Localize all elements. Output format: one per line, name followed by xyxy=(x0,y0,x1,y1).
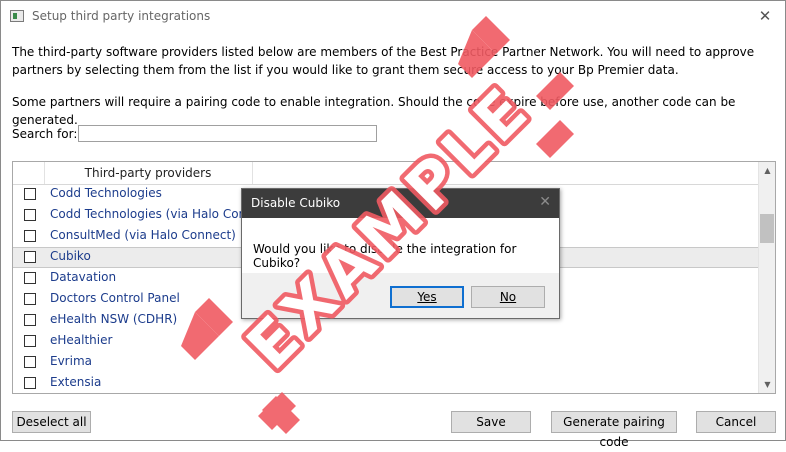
yes-button[interactable]: Yes xyxy=(390,286,464,308)
grid-header: Third-party providers xyxy=(13,162,758,185)
provider-checkbox[interactable] xyxy=(24,314,36,326)
dialog-close-icon[interactable]: ✕ xyxy=(539,194,551,210)
provider-checkbox[interactable] xyxy=(24,377,36,389)
provider-checkbox[interactable] xyxy=(24,188,36,200)
no-button[interactable]: No xyxy=(471,286,545,308)
vertical-scrollbar[interactable]: ▲ ▼ xyxy=(758,162,775,393)
no-button-label: No xyxy=(499,290,517,304)
intro-paragraph: The third-party software providers liste… xyxy=(12,45,755,77)
provider-name: eHealth NSW (CDHR) xyxy=(50,312,178,326)
disable-integration-dialog: Disable Cubiko ✕ Would you like to disab… xyxy=(241,188,560,319)
provider-name: Cubiko xyxy=(50,249,91,263)
generate-pairing-code-button[interactable]: Generate pairing code xyxy=(551,411,677,449)
search-input[interactable] xyxy=(78,125,377,142)
provider-name: Datavation xyxy=(50,270,117,284)
dialog-title: Disable Cubiko xyxy=(251,196,341,210)
search-label: Search for: xyxy=(12,127,78,141)
provider-name: Evrima xyxy=(50,354,92,368)
checkbox-column-header xyxy=(13,162,45,184)
window-title: Setup third party integrations xyxy=(32,9,211,23)
dialog-titlebar: Disable Cubiko ✕ xyxy=(242,189,559,218)
deselect-all-button[interactable]: Deselect all xyxy=(12,411,91,433)
provider-row[interactable]: Extensia xyxy=(13,373,758,393)
provider-checkbox[interactable] xyxy=(24,356,36,368)
scroll-up-icon[interactable]: ▲ xyxy=(759,162,775,179)
yes-button-label: Yes xyxy=(417,290,437,304)
provider-checkbox[interactable] xyxy=(24,209,36,221)
provider-name: Doctors Control Panel xyxy=(50,291,180,305)
providers-column-header[interactable]: Third-party providers xyxy=(44,162,253,184)
provider-name: eHealthier xyxy=(50,333,113,347)
provider-row[interactable]: eHealthier xyxy=(13,331,758,352)
scrollbar-thumb[interactable] xyxy=(760,214,774,243)
provider-row[interactable]: Evrima xyxy=(13,352,758,373)
provider-checkbox[interactable] xyxy=(24,272,36,284)
cancel-button[interactable]: Cancel xyxy=(696,411,776,433)
scroll-down-icon[interactable]: ▼ xyxy=(759,376,775,393)
provider-name: ConsultMed (via Halo Connect) xyxy=(50,228,236,242)
dialog-message: Would you like to disable the integratio… xyxy=(253,242,517,270)
provider-checkbox[interactable] xyxy=(24,335,36,347)
pairing-info-paragraph: Some partners will require a pairing cod… xyxy=(12,95,736,127)
app-icon xyxy=(10,10,24,22)
provider-name: Codd Technologies xyxy=(50,186,162,200)
window-titlebar: Setup third party integrations ✕ xyxy=(1,1,785,33)
close-icon[interactable]: ✕ xyxy=(753,5,777,27)
provider-checkbox[interactable] xyxy=(24,293,36,305)
provider-name: Extensia xyxy=(50,375,102,389)
provider-checkbox[interactable] xyxy=(24,251,36,263)
save-button[interactable]: Save xyxy=(451,411,531,433)
provider-checkbox[interactable] xyxy=(24,230,36,242)
